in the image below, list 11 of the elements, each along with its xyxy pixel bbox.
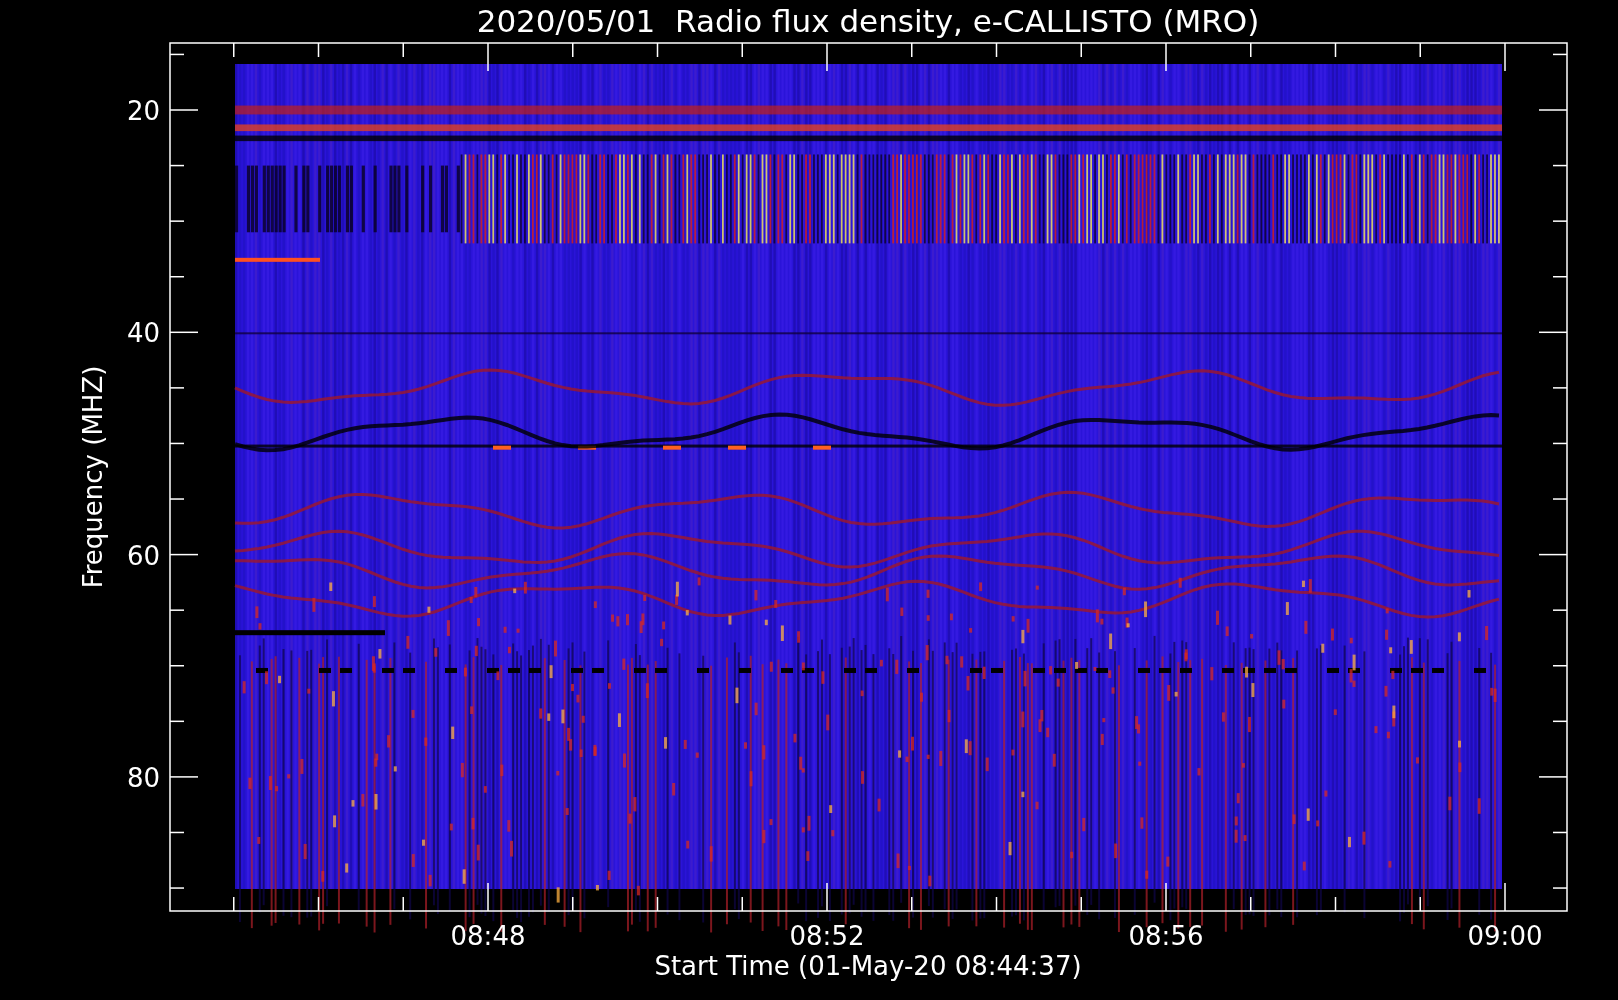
x-tick-label: 09:00 [1467, 921, 1543, 951]
chart-title: 2020/05/01 Radio flux density, e-CALLISTO (MRO) [476, 3, 1260, 39]
y-axis-label: Frequency (MHZ) [78, 365, 108, 589]
y-tick-label: 40 [126, 318, 160, 349]
x-tick-label: 08:52 [789, 921, 865, 951]
y-tick-label: 20 [126, 96, 160, 126]
x-tick-label: 08:48 [450, 921, 526, 951]
y-tick-label: 60 [126, 540, 160, 571]
y-tick-label: 80 [126, 762, 160, 793]
x-tick-label: 08:56 [1128, 921, 1204, 951]
x-axis-label: Start Time (01-May-20 08:44:37) [654, 951, 1082, 981]
